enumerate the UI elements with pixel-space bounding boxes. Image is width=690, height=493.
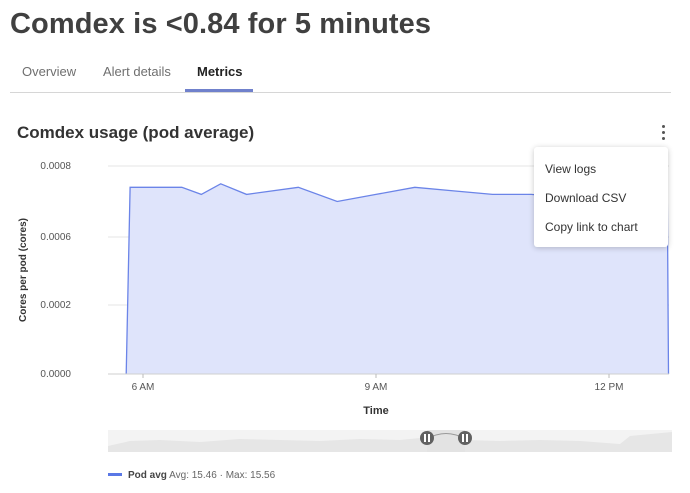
menu-item-download-csv[interactable]: Download CSV: [545, 191, 626, 205]
chart-legend: Pod avg Avg: 15.46 · Max: 15.56: [108, 470, 275, 484]
x-tick-label: 9 AM: [365, 382, 388, 393]
y-axis: 0.0008 0.0006 0.0002 0.0000: [40, 161, 71, 380]
menu-item-view-logs[interactable]: View logs: [545, 162, 596, 176]
legend-max: Max: 15.56: [225, 470, 276, 481]
chart-options-menu: View logs Download CSV Copy link to char…: [534, 147, 668, 247]
legend-avg: Avg: 15.46: [169, 470, 217, 481]
y-tick-label: 0.0008: [40, 161, 71, 172]
legend-swatch: [108, 472, 122, 476]
range-handle-left[interactable]: [420, 431, 434, 445]
alert-page: Comdex is <0.84 for 5 minutes Overview A…: [0, 0, 690, 493]
x-axis-label: Time: [363, 405, 388, 417]
y-tick-label: 0.0000: [40, 369, 71, 380]
x-axis: 6 AM 9 AM 12 PM: [132, 374, 624, 393]
y-axis-label: Cores per pod (cores): [18, 218, 29, 322]
menu-item-copy-link[interactable]: Copy link to chart: [545, 220, 638, 234]
y-tick-label: 0.0006: [40, 232, 71, 243]
legend-series-name[interactable]: Pod avg: [128, 470, 167, 481]
legend-separator: ·: [219, 470, 223, 481]
x-tick-label: 6 AM: [132, 382, 155, 393]
range-handle-right[interactable]: [458, 431, 472, 445]
x-tick-label: 12 PM: [595, 382, 624, 393]
y-tick-label: 0.0002: [40, 300, 71, 311]
time-range-navigator[interactable]: [108, 430, 672, 452]
